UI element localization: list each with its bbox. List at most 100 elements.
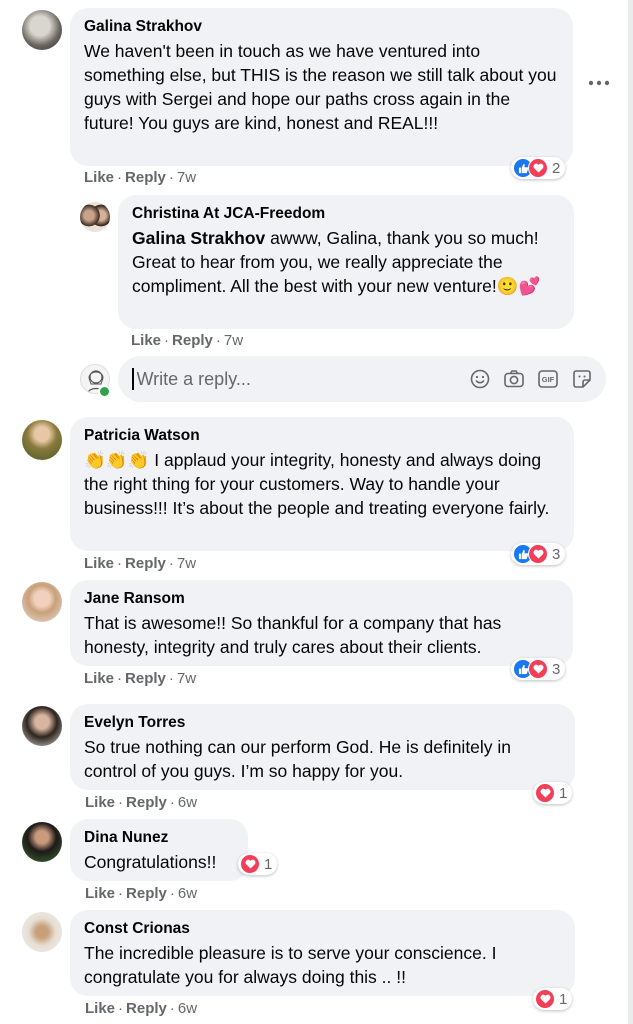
like-button[interactable]: Like <box>84 169 114 186</box>
reaction-count[interactable]: 3 <box>511 543 566 565</box>
reaction-count[interactable]: 1 <box>533 782 573 804</box>
like-button[interactable]: Like <box>85 885 115 902</box>
love-reaction-icon <box>528 659 548 679</box>
love-reaction-icon <box>528 544 548 564</box>
online-status-indicator <box>98 385 111 398</box>
avatar[interactable] <box>22 912 62 952</box>
camera-icon[interactable] <box>502 367 526 391</box>
separator: · <box>215 332 221 349</box>
reaction-count-label: 3 <box>552 545 561 563</box>
like-button[interactable]: Like <box>84 670 114 687</box>
separator: · <box>117 169 123 186</box>
comment-author[interactable]: Patricia Watson <box>84 426 560 446</box>
comment-text: We haven't been in touch as we have vent… <box>84 41 557 133</box>
comment-text: 👏👏👏 I applaud your integrity, honesty an… <box>84 448 560 520</box>
reaction-count-label: 3 <box>552 660 561 678</box>
reaction-count-label: 1 <box>264 855 273 873</box>
reaction-count[interactable]: 2 <box>511 157 566 179</box>
reply-button[interactable]: Reply <box>125 555 166 572</box>
comment-author[interactable]: Const Crionas <box>84 919 561 939</box>
comment-actions: Like · Reply · 6w <box>85 1000 197 1017</box>
reaction-count[interactable]: 1 <box>533 988 573 1010</box>
reply-button[interactable]: Reply <box>172 332 213 349</box>
comment-actions: Like · Reply · 7w <box>84 670 196 687</box>
comment-author[interactable]: Dina Nunez <box>84 828 234 848</box>
comment-author[interactable]: Jane Ransom <box>84 589 559 609</box>
avatar[interactable] <box>22 420 62 460</box>
timestamp[interactable]: 6w <box>178 1000 197 1017</box>
emoji-icon[interactable] <box>468 367 492 391</box>
comment-actions: Like · Reply · 6w <box>85 885 197 902</box>
comment-bubble: Const Crionas The incredible pleasure is… <box>70 910 575 996</box>
comment-author[interactable]: Galina Strakhov <box>84 17 559 37</box>
scrollbar[interactable] <box>628 0 633 1024</box>
separator: · <box>117 555 123 572</box>
reaction-count[interactable]: 3 <box>511 658 566 680</box>
mention-link[interactable]: Galina Strakhov <box>132 228 265 248</box>
emoji: 🙂💕 <box>496 276 541 296</box>
comment-text: That is awesome!! So thankful for a comp… <box>84 613 502 657</box>
like-button[interactable]: Like <box>85 1000 115 1017</box>
comment-bubble: Evelyn Torres So true nothing can our pe… <box>70 704 575 790</box>
comment-text: Congratulations!! <box>84 852 217 872</box>
reaction-count-label: 2 <box>552 159 561 177</box>
love-reaction-icon <box>240 854 260 874</box>
separator: · <box>118 794 124 811</box>
separator: · <box>118 885 124 902</box>
reply-button[interactable]: Reply <box>126 885 167 902</box>
avatar[interactable] <box>22 822 62 862</box>
comment-text: So true nothing can our perform God. He … <box>84 737 512 781</box>
reply-button[interactable]: Reply <box>125 670 166 687</box>
timestamp[interactable]: 7w <box>177 169 196 186</box>
text-cursor <box>132 368 134 390</box>
reply-button[interactable]: Reply <box>126 1000 167 1017</box>
like-button[interactable]: Like <box>131 332 161 349</box>
gif-icon[interactable]: GIF <box>536 367 560 391</box>
separator: · <box>164 332 170 349</box>
comment-body: I applaud your integrity, honesty and al… <box>84 450 550 518</box>
comment-actions: Like · Reply · 7w <box>84 169 196 186</box>
separator: · <box>169 885 175 902</box>
avatar[interactable] <box>22 706 62 746</box>
like-button[interactable]: Like <box>84 555 114 572</box>
love-reaction-icon <box>535 783 555 803</box>
comment-text: The incredible pleasure is to serve your… <box>84 943 497 987</box>
timestamp[interactable]: 6w <box>178 794 197 811</box>
sticker-icon[interactable] <box>570 367 594 391</box>
avatar[interactable] <box>80 202 110 232</box>
timestamp[interactable]: 6w <box>178 885 197 902</box>
svg-text:GIF: GIF <box>542 375 555 384</box>
comment-author[interactable]: Christina At JCA-Freedom <box>132 204 560 224</box>
reply-input-container[interactable]: GIF <box>118 356 606 402</box>
reaction-count[interactable]: 1 <box>238 853 278 875</box>
comment-text: Galina Strakhov awww, Galina, thank you … <box>132 226 560 298</box>
reply-input[interactable] <box>134 367 439 391</box>
more-options-icon[interactable] <box>588 78 610 88</box>
separator: · <box>118 1000 124 1017</box>
reaction-count-label: 1 <box>559 784 568 802</box>
timestamp[interactable]: 7w <box>224 332 243 349</box>
love-reaction-icon <box>528 158 548 178</box>
reply-bubble: Christina At JCA-Freedom Galina Strakhov… <box>118 195 574 329</box>
emoji: 👏👏👏 <box>84 450 150 470</box>
separator: · <box>169 794 175 811</box>
love-reaction-icon <box>535 989 555 1009</box>
comment-bubble: Dina Nunez Congratulations!! <box>70 819 248 881</box>
comment-bubble: Patricia Watson 👏👏👏 I applaud your integ… <box>70 417 574 551</box>
comment-bubble: Jane Ransom That is awesome!! So thankfu… <box>70 580 573 666</box>
separator: · <box>168 670 174 687</box>
comment-author[interactable]: Evelyn Torres <box>84 713 561 733</box>
separator: · <box>168 169 174 186</box>
separator: · <box>168 555 174 572</box>
comment-actions: Like · Reply · 7w <box>131 332 243 349</box>
avatar[interactable] <box>22 10 62 50</box>
reaction-count-label: 1 <box>559 990 568 1008</box>
reply-button[interactable]: Reply <box>126 794 167 811</box>
timestamp[interactable]: 7w <box>177 670 196 687</box>
separator: · <box>117 670 123 687</box>
timestamp[interactable]: 7w <box>177 555 196 572</box>
like-button[interactable]: Like <box>85 794 115 811</box>
avatar[interactable] <box>22 582 62 622</box>
comment-bubble: Galina Strakhov We haven't been in touch… <box>70 8 573 166</box>
reply-button[interactable]: Reply <box>125 169 166 186</box>
